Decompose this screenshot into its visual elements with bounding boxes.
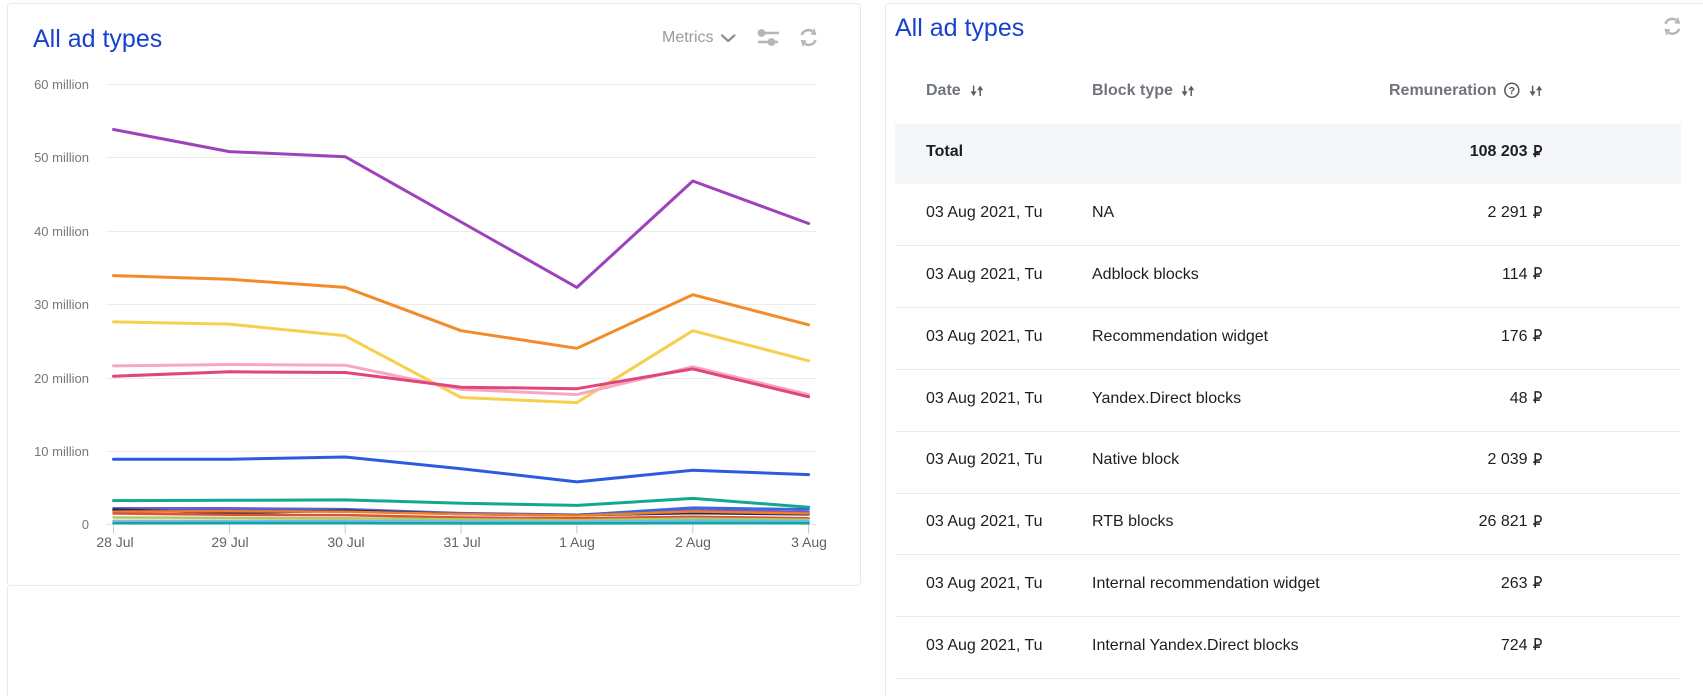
svg-text:30 million: 30 million xyxy=(34,297,89,312)
svg-text:31 Jul: 31 Jul xyxy=(443,534,480,550)
svg-text:30 Jul: 30 Jul xyxy=(327,534,364,550)
svg-text:0: 0 xyxy=(82,517,89,532)
svg-text:10 million: 10 million xyxy=(34,444,89,459)
svg-text:?: ? xyxy=(1509,85,1515,97)
svg-text:40 million: 40 million xyxy=(34,224,89,239)
svg-text:3 Aug: 3 Aug xyxy=(791,534,827,550)
svg-text:60 million: 60 million xyxy=(34,77,89,92)
svg-text:1 Aug: 1 Aug xyxy=(559,534,595,550)
svg-text:2 Aug: 2 Aug xyxy=(675,534,711,550)
svg-text:28 Jul: 28 Jul xyxy=(96,534,133,550)
svg-text:20 million: 20 million xyxy=(34,371,89,386)
svg-text:29 Jul: 29 Jul xyxy=(211,534,248,550)
svg-text:50 million: 50 million xyxy=(34,150,89,165)
